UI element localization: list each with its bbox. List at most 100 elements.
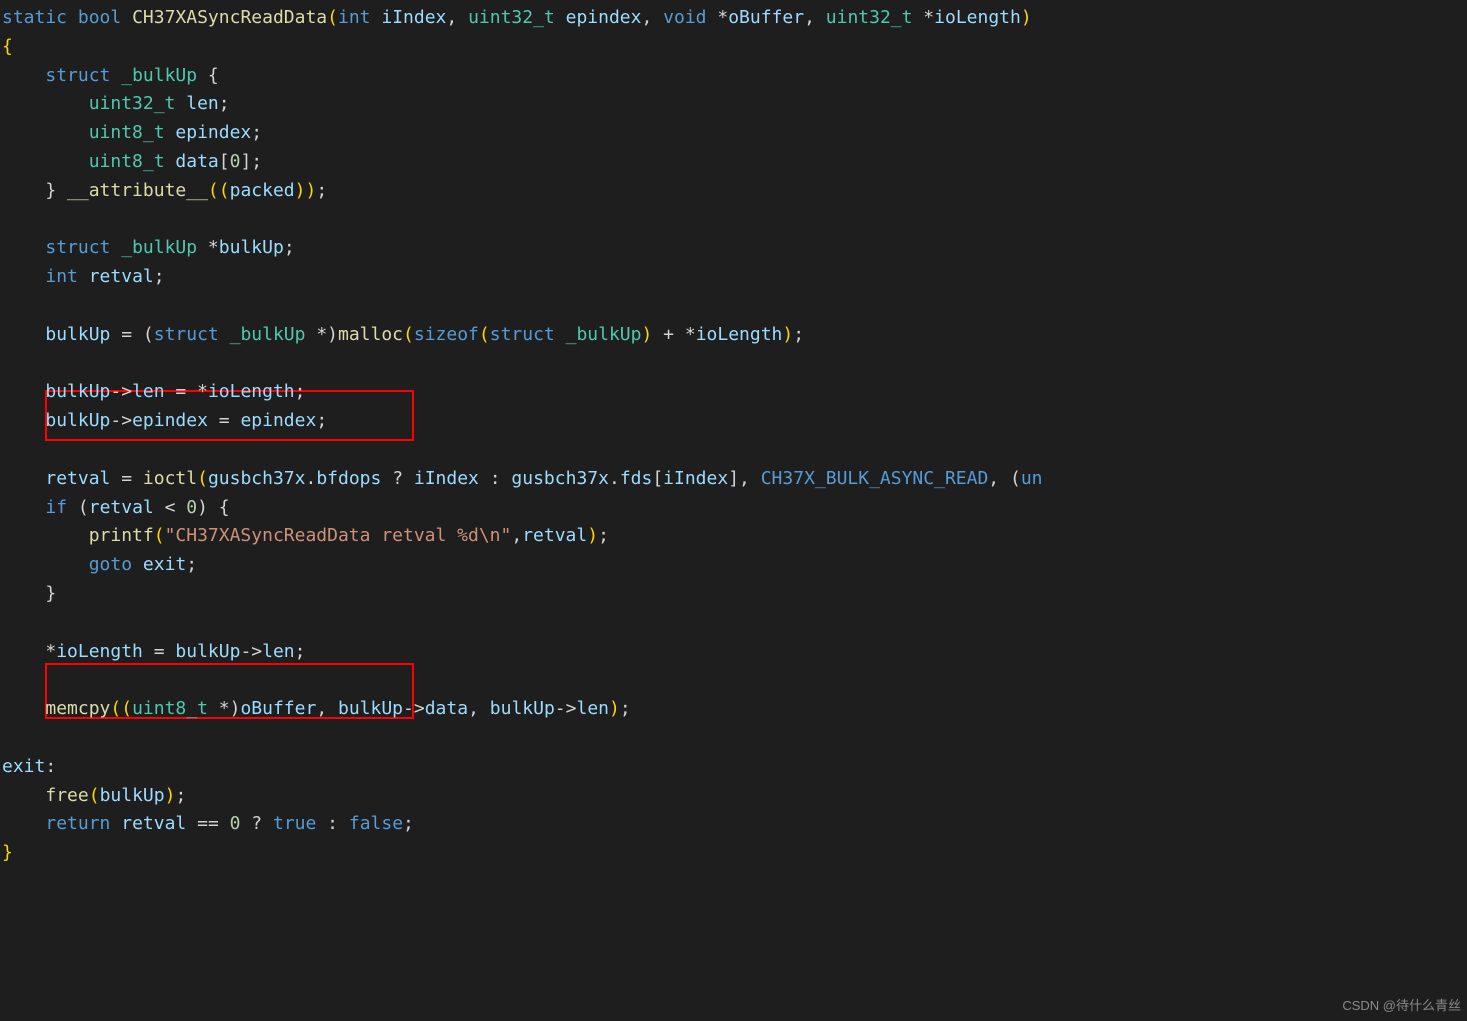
code-token: , ( — [988, 468, 1021, 489]
code-token — [67, 7, 78, 28]
code-token: } — [2, 842, 13, 863]
code-token: len — [262, 641, 295, 662]
code-token: (( — [110, 698, 132, 719]
code-token: [ — [219, 151, 230, 172]
code-token: bulkUp — [45, 410, 110, 431]
code-token: bulkUp — [100, 785, 165, 806]
code-token: )) — [295, 180, 317, 201]
code-token — [555, 7, 566, 28]
code-token: : — [45, 756, 56, 777]
code-token: ; — [403, 813, 414, 834]
code-token: bulkUp — [45, 324, 110, 345]
code-token: uint8_t — [132, 698, 208, 719]
code-token: memcpy — [45, 698, 110, 719]
code-token: . — [609, 468, 620, 489]
code-token: , — [641, 7, 663, 28]
code-token: static — [2, 7, 67, 28]
code-token: 0 — [186, 497, 197, 518]
code-token: __attribute__ — [67, 180, 208, 201]
code-token: data — [425, 698, 468, 719]
code-token: gusbch37x — [511, 468, 609, 489]
code-token: ) — [609, 698, 620, 719]
code-token: CH37XASyncReadData — [132, 7, 327, 28]
code-token: ; — [284, 237, 295, 258]
code-token: bulkUp — [219, 237, 284, 258]
code-token: packed — [230, 180, 295, 201]
code-token: retval — [89, 266, 154, 287]
code-token: ) — [641, 324, 652, 345]
code-token: ioLength — [934, 7, 1021, 28]
code-token: [ — [652, 468, 663, 489]
code-token: = — [110, 468, 143, 489]
code-token — [2, 93, 89, 114]
code-token: ], — [728, 468, 761, 489]
code-token: if — [45, 497, 67, 518]
code-token: * — [912, 7, 934, 28]
code-token: exit — [143, 554, 186, 575]
code-token: *) — [305, 324, 338, 345]
code-token: -> — [110, 410, 132, 431]
code-token: printf — [89, 525, 154, 546]
code-token: , — [511, 525, 522, 546]
code-token: = — [143, 641, 176, 662]
code-token: ) — [1021, 7, 1032, 28]
code-token: uint32_t — [826, 7, 913, 28]
code-token: ( — [67, 497, 89, 518]
code-token — [2, 785, 45, 806]
code-token: bulkUp — [490, 698, 555, 719]
code-token — [2, 324, 45, 345]
code-token: { — [197, 65, 219, 86]
code-token: , — [804, 7, 826, 28]
code-token: == — [186, 813, 229, 834]
code-token: false — [349, 813, 403, 834]
code-token — [2, 554, 89, 575]
code-token: data — [175, 151, 218, 172]
code-token: ) — [782, 324, 793, 345]
code-token: , — [446, 7, 468, 28]
code-token — [2, 525, 89, 546]
code-token: ( — [403, 324, 414, 345]
code-token: retval — [522, 525, 587, 546]
code-token: ; — [175, 785, 186, 806]
code-token — [2, 151, 89, 172]
code-token: true — [273, 813, 316, 834]
code-token: ( — [154, 525, 165, 546]
code-token: -> — [555, 698, 577, 719]
code-token: epindex — [132, 410, 208, 431]
code-token: ; — [316, 410, 327, 431]
code-token: : — [479, 468, 512, 489]
code-token — [2, 468, 45, 489]
code-token: bfdops — [316, 468, 381, 489]
code-token: -> — [240, 641, 262, 662]
code-token: fds — [620, 468, 653, 489]
code-token: oBuffer — [240, 698, 316, 719]
code-token: "CH37XASyncReadData retval %d\n" — [165, 525, 512, 546]
code-token: uint32_t — [89, 93, 176, 114]
code-token — [165, 151, 176, 172]
code-token — [555, 324, 566, 345]
code-token — [110, 237, 121, 258]
code-token: struct — [45, 237, 110, 258]
code-token — [132, 554, 143, 575]
code-token: struct — [490, 324, 555, 345]
code-token: gusbch37x — [208, 468, 306, 489]
code-token: * — [197, 237, 219, 258]
code-token: < — [154, 497, 187, 518]
code-token: ioLength — [696, 324, 783, 345]
code-token — [110, 813, 121, 834]
code-token — [219, 324, 230, 345]
code-token: epindex — [175, 122, 251, 143]
code-token: uint8_t — [89, 122, 165, 143]
code-token: ; — [316, 180, 327, 201]
code-token — [2, 65, 45, 86]
code-token: ioLength — [208, 381, 295, 402]
code-token: retval — [121, 813, 186, 834]
code-token: *) — [208, 698, 241, 719]
code-token: void — [663, 7, 706, 28]
code-token: ? — [381, 468, 414, 489]
code-token — [2, 813, 45, 834]
code-token: ) — [587, 525, 598, 546]
code-token: ioLength — [56, 641, 143, 662]
code-token: ) — [165, 785, 176, 806]
code-token: ; — [598, 525, 609, 546]
